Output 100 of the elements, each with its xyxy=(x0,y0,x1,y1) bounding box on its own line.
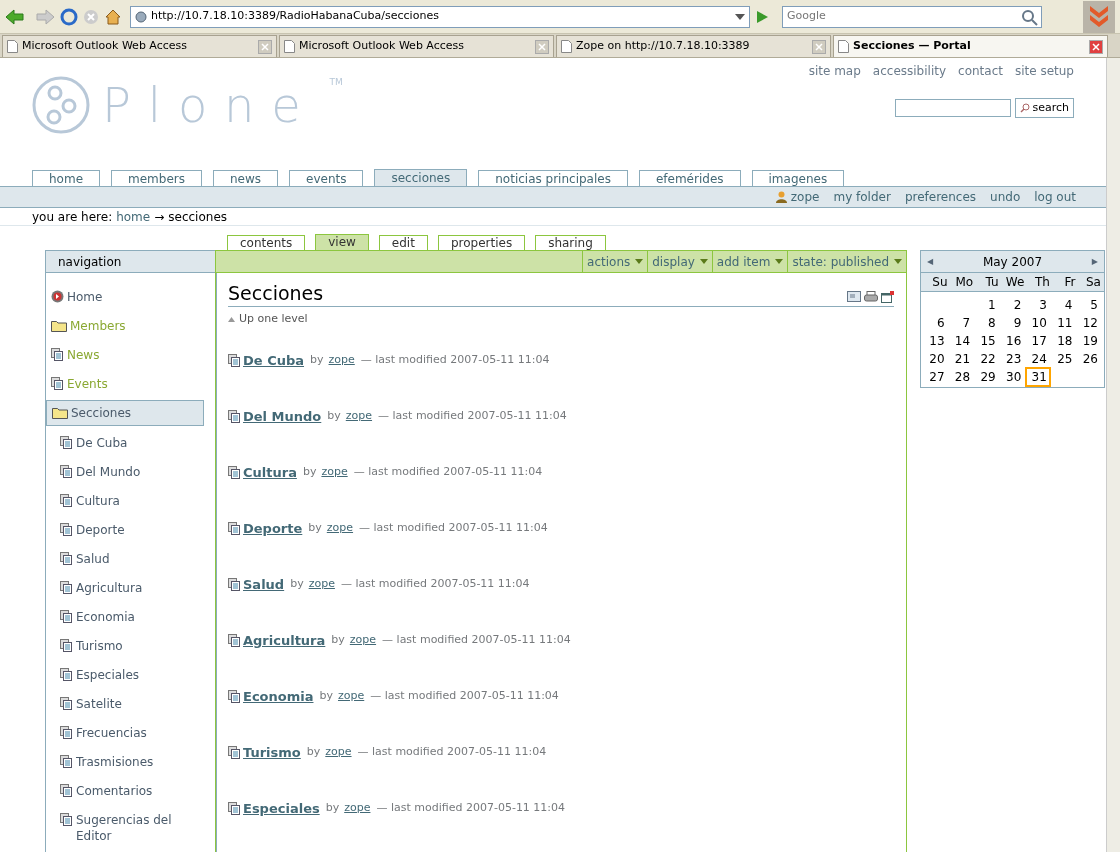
item-title-link[interactable]: Turismo xyxy=(243,742,301,763)
calendar-day[interactable]: 26 xyxy=(1076,349,1102,369)
site-action-link[interactable]: accessibility xyxy=(872,62,947,80)
author-link[interactable]: zope xyxy=(328,352,355,369)
close-icon[interactable] xyxy=(812,39,826,54)
chevrons-icon[interactable] xyxy=(1082,0,1116,34)
author-link[interactable]: zope xyxy=(321,464,348,481)
author-link[interactable]: zope xyxy=(308,576,335,593)
content-tab[interactable]: sharing xyxy=(535,235,606,250)
content-menu[interactable]: state: published xyxy=(787,251,906,272)
search-button[interactable]: search xyxy=(1015,98,1074,118)
fullscreen-icon[interactable] xyxy=(881,291,894,303)
calendar-day[interactable]: 19 xyxy=(1076,331,1102,351)
calendar-day[interactable]: 30 xyxy=(999,367,1026,387)
author-link[interactable]: zope xyxy=(326,520,354,537)
portal-tab[interactable]: home xyxy=(32,170,101,186)
close-icon[interactable] xyxy=(258,39,272,54)
calendar-day[interactable]: 13 xyxy=(923,331,949,351)
calendar-day[interactable]: 24 xyxy=(1025,349,1051,369)
portal-tab[interactable]: secciones xyxy=(374,169,468,186)
portal-tab[interactable]: news xyxy=(213,170,279,186)
calendar-day[interactable]: 20 xyxy=(923,349,949,369)
content-menu[interactable]: add item xyxy=(711,251,788,272)
calendar-day[interactable]: 8 xyxy=(974,313,1000,333)
navigation-item[interactable]: Economia xyxy=(58,602,204,629)
calendar-day[interactable]: 4 xyxy=(1050,295,1077,315)
personal-link[interactable]: preferences xyxy=(904,188,977,206)
content-tab[interactable]: view xyxy=(315,234,369,250)
calendar-day[interactable]: 2 xyxy=(999,295,1026,315)
navigation-item[interactable]: Home xyxy=(46,283,204,310)
calendar-day[interactable]: 31 xyxy=(1025,367,1051,387)
personal-link[interactable]: undo xyxy=(990,188,1021,206)
calendar-day[interactable]: 29 xyxy=(974,367,1000,387)
calendar-day[interactable]: 9 xyxy=(999,313,1026,333)
home-icon[interactable] xyxy=(104,7,122,26)
browser-tab[interactable]: Secciones — Portal xyxy=(833,35,1108,57)
calendar-day[interactable]: 14 xyxy=(948,331,975,351)
navigation-item[interactable]: Especiales xyxy=(58,660,204,687)
calendar-day[interactable]: 1 xyxy=(974,295,1000,315)
mail-icon[interactable] xyxy=(847,291,861,302)
portal-tab[interactable]: efemérides xyxy=(638,170,741,186)
portal-tab[interactable]: imagenes xyxy=(751,170,845,186)
item-title-link[interactable]: Especiales xyxy=(243,798,320,819)
calendar-day[interactable]: 22 xyxy=(974,349,1000,369)
calendar-day[interactable]: 27 xyxy=(923,367,949,387)
calendar-day[interactable]: 23 xyxy=(999,349,1026,369)
search-field[interactable] xyxy=(895,99,1012,117)
content-tab[interactable]: edit xyxy=(378,235,428,250)
navigation-item[interactable]: Cultura xyxy=(58,486,204,513)
item-title-link[interactable]: De Cuba xyxy=(243,350,304,371)
navigation-item[interactable]: Sugerencias del Editor xyxy=(58,805,204,844)
portal-tab[interactable]: members xyxy=(111,170,202,186)
search-engine-input[interactable]: Google xyxy=(783,8,1019,25)
author-link[interactable]: zope xyxy=(344,800,371,817)
calendar-day[interactable]: 3 xyxy=(1025,295,1051,315)
close-icon[interactable] xyxy=(1089,39,1103,54)
address-field[interactable]: http://10.7.18.10:3389/RadioHabanaCuba/secciones xyxy=(130,5,750,28)
calendar-day[interactable]: 10 xyxy=(1025,313,1051,333)
navigation-item[interactable]: Frecuencias xyxy=(58,718,204,745)
content-menu[interactable]: display xyxy=(647,251,712,272)
personal-link[interactable]: log out xyxy=(1034,188,1076,206)
item-title-link[interactable]: Del Mundo xyxy=(243,406,322,427)
author-link[interactable]: zope xyxy=(325,744,352,761)
next-month-arrow[interactable]: ▶ xyxy=(1091,255,1098,268)
portal-tab[interactable]: events xyxy=(289,170,364,186)
calendar-day[interactable]: 17 xyxy=(1025,331,1051,351)
go-icon[interactable] xyxy=(754,8,770,25)
navigation-item[interactable]: Del Mundo xyxy=(58,457,204,484)
portal-tab[interactable]: noticias principales xyxy=(478,170,628,186)
navigation-item[interactable]: Satelite xyxy=(58,689,204,716)
close-icon[interactable] xyxy=(535,39,549,54)
calendar-day[interactable]: 18 xyxy=(1050,331,1077,351)
personal-link[interactable]: my folder xyxy=(833,188,891,206)
calendar-day[interactable]: 25 xyxy=(1050,349,1077,369)
navigation-item[interactable]: Agricultura xyxy=(58,573,204,600)
navigation-item[interactable]: Secciones xyxy=(46,399,204,426)
author-link[interactable]: zope xyxy=(349,632,377,649)
calendar-day[interactable]: 28 xyxy=(948,367,975,387)
navigation-item[interactable]: Turismo xyxy=(58,631,204,658)
browser-tab[interactable]: Microsoft Outlook Web Access xyxy=(279,35,554,57)
navigation-item[interactable]: Trasmisiones xyxy=(58,747,204,774)
scrollbar[interactable] xyxy=(1106,58,1120,852)
search-engine-field[interactable]: Google xyxy=(782,5,1042,28)
content-menu[interactable]: actions xyxy=(582,251,648,272)
author-link[interactable]: zope xyxy=(345,408,373,425)
breadcrumb-link[interactable]: home xyxy=(116,207,151,226)
previous-month-arrow[interactable]: ◀ xyxy=(927,255,934,268)
navigation-item[interactable]: Salud xyxy=(58,544,204,571)
calendar-day[interactable]: 6 xyxy=(923,313,949,333)
up-one-level-link[interactable]: Up one level xyxy=(228,311,894,328)
site-action-link[interactable]: site map xyxy=(808,62,861,80)
calendar-day[interactable]: 12 xyxy=(1076,313,1102,333)
dropdown-icon[interactable] xyxy=(735,13,745,20)
calendar-day[interactable]: 15 xyxy=(974,331,1000,351)
navigation-item[interactable]: De Cuba xyxy=(58,428,204,455)
print-icon[interactable] xyxy=(864,291,878,303)
calendar-day[interactable]: 7 xyxy=(948,313,975,333)
navigation-item[interactable]: Comentarios xyxy=(58,776,204,803)
calendar-day[interactable]: 21 xyxy=(948,349,975,369)
content-tab[interactable]: properties xyxy=(437,235,526,250)
